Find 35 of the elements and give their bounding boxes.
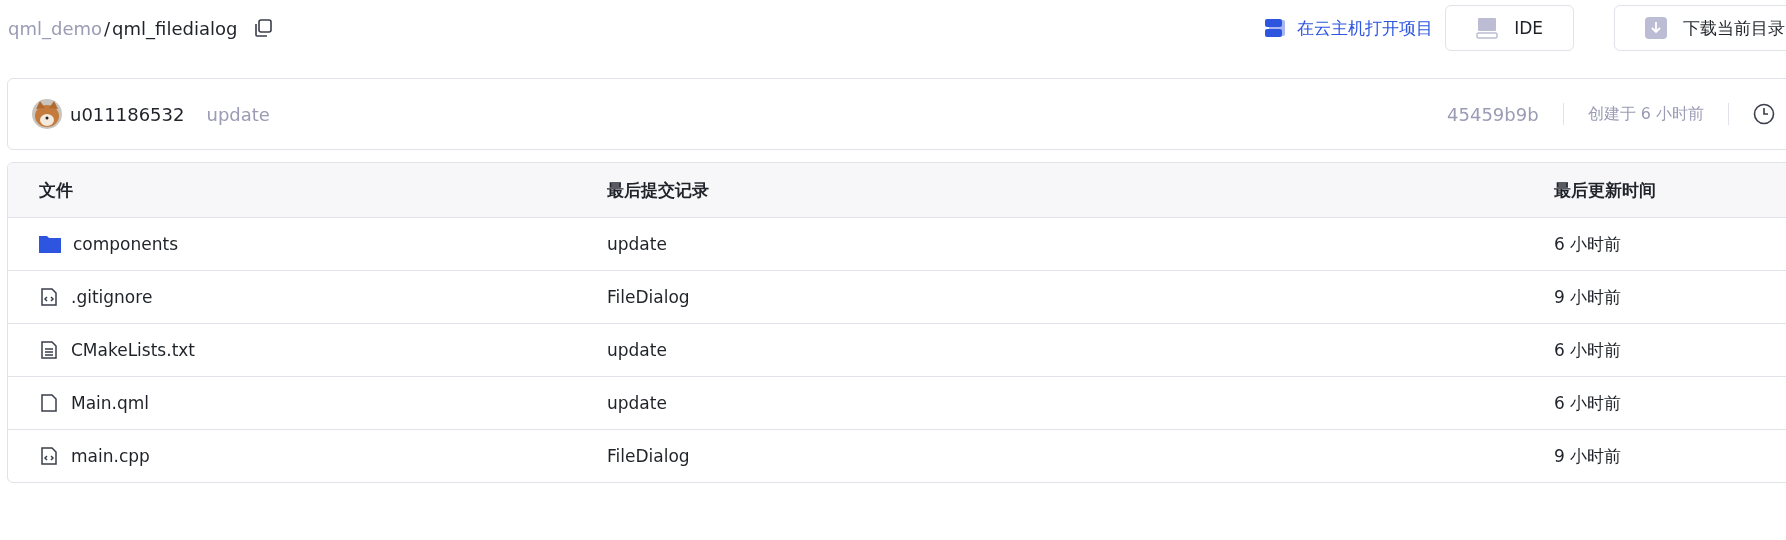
column-header: 最后提交记录 — [607, 178, 710, 202]
code-file-icon — [39, 446, 59, 466]
update-time: 6 小时前 — [1554, 338, 1623, 362]
update-time: 9 小时前 — [1554, 444, 1623, 468]
code-file-icon — [39, 287, 59, 307]
ide-button[interactable]: IDE — [1445, 5, 1574, 51]
file-name[interactable]: .gitignore — [71, 287, 153, 307]
clock-icon[interactable] — [1753, 103, 1775, 125]
repository-path: qml_filedialog — [112, 17, 238, 39]
breadcrumb-separator: / — [104, 17, 111, 39]
download-icon — [1645, 17, 1667, 39]
folder-icon — [39, 235, 61, 253]
file-icon — [39, 393, 59, 413]
file-name[interactable]: main.cpp — [71, 446, 150, 466]
text-file-icon — [39, 340, 59, 360]
server-icon — [1265, 18, 1286, 38]
download-button[interactable]: 下载当前目录 — [1614, 5, 1786, 51]
update-time: 9 小时前 — [1554, 285, 1623, 309]
file-name[interactable]: CMakeLists.txt — [71, 340, 196, 360]
file-name[interactable]: components — [73, 234, 179, 254]
commit-time: 创建于 6 小时前 — [1587, 103, 1704, 125]
copy-icon[interactable] — [253, 18, 274, 38]
cloud-host-link[interactable]: 在云主机打开项目 — [1265, 16, 1434, 40]
commit-author[interactable]: u011186532 — [70, 103, 185, 125]
commit-message[interactable]: update — [607, 340, 1554, 360]
update-time: 6 小时前 — [1554, 391, 1623, 415]
column-header: 文件 — [39, 178, 74, 202]
monitor-icon — [1476, 17, 1499, 39]
commit-message[interactable]: FileDialog — [607, 446, 1554, 466]
commit-message[interactable]: update — [607, 393, 1554, 413]
commit-message[interactable]: update — [607, 234, 1554, 254]
column-header: 最后更新时间 — [1554, 178, 1657, 202]
update-time: 6 小时前 — [1554, 232, 1623, 256]
commit-message[interactable]: FileDialog — [607, 287, 1554, 307]
file-name[interactable]: Main.qml — [71, 393, 150, 413]
